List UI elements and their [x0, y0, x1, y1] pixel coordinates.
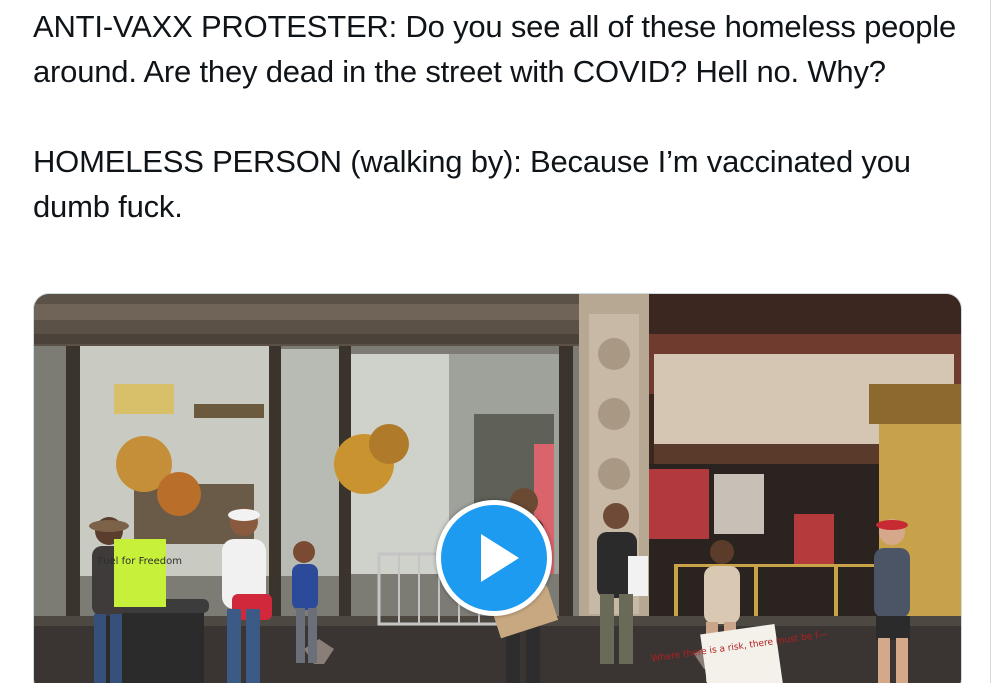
video-frame: Fuel for Freedom Where there is a risk, …	[34, 294, 961, 683]
tweet-text-paragraph: HOMELESS PERSON (walking by): Because I’…	[33, 144, 911, 224]
protest-sign-text: Fuel for Freedom	[98, 556, 182, 567]
tweet-text: ANTI-VAXX PROTESTER: Do you see all of t…	[33, 4, 973, 229]
timeline-border	[990, 0, 991, 683]
tweet-text-paragraph: ANTI-VAXX PROTESTER: Do you see all of t…	[33, 9, 956, 89]
facade-cornice	[34, 294, 579, 354]
video-thumbnail[interactable]: Fuel for Freedom Where there is a risk, …	[33, 293, 962, 683]
protest-sign-green	[114, 539, 166, 607]
play-button[interactable]	[436, 500, 552, 616]
play-icon	[481, 534, 519, 582]
tweet: ANTI-VAXX PROTESTER: Do you see all of t…	[0, 0, 1000, 683]
